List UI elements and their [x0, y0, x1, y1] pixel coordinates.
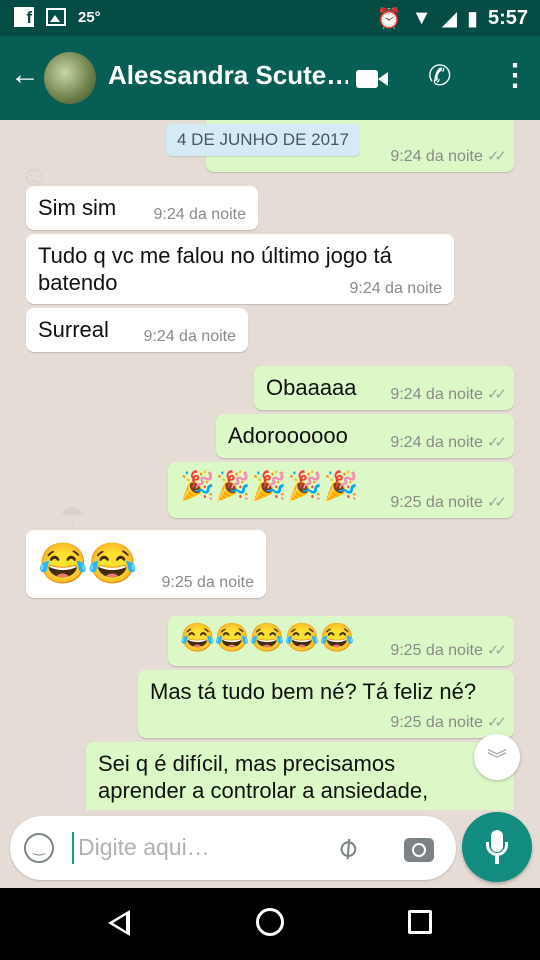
wifi-icon: ▼: [411, 7, 432, 29]
message-time: 9:24 da noite ✓✓: [390, 386, 507, 403]
message-time: 9:25 da noite: [161, 574, 254, 591]
read-ticks-icon: ✓✓: [486, 386, 507, 403]
nav-home-icon[interactable]: [256, 908, 284, 936]
message-bubble-out[interactable]: 😂😂😂😂😂 9:25 da noite ✓✓: [168, 616, 514, 666]
message-bubble-in[interactable]: Surreal 9:24 da noite: [26, 308, 248, 352]
read-ticks-icon: ✓✓: [486, 148, 507, 165]
message-bubble-out[interactable]: Sei q é difícil, mas precisamos aprender…: [86, 742, 514, 810]
signal-icon: ◢: [441, 8, 457, 30]
message-text: 🎉🎉🎉🎉🎉: [180, 470, 360, 501]
more-options-icon[interactable]: ⋮: [500, 60, 530, 92]
emoji-icon[interactable]: ‿: [24, 833, 54, 863]
message-composer: ‿ Digite aqui… ⌀: [0, 810, 540, 888]
clock: 5:57: [487, 7, 528, 29]
temperature: 25°: [78, 8, 101, 26]
read-ticks-icon: ✓✓: [486, 494, 507, 511]
mic-base: [495, 856, 499, 864]
status-bar-left: f 25°: [14, 7, 101, 27]
contact-name[interactable]: Alessandra Scute…: [108, 60, 348, 91]
message-time: 9:25 da noite ✓✓: [390, 642, 507, 659]
read-ticks-icon: ✓✓: [486, 714, 507, 731]
nav-back-icon[interactable]: [108, 910, 130, 936]
message-input-placeholder[interactable]: Digite aqui…: [78, 834, 210, 861]
attach-icon[interactable]: ⌀: [329, 828, 365, 866]
alarm-icon: ⏰: [376, 8, 402, 30]
message-bubble-out[interactable]: 🎉🎉🎉🎉🎉 9:25 da noite ✓✓: [168, 462, 514, 518]
read-ticks-icon: ✓✓: [486, 642, 507, 659]
message-text: Sim sim: [38, 195, 117, 220]
message-bubble-out[interactable]: Obaaaaa 9:24 da noite ✓✓: [254, 366, 514, 410]
mic-stand: [486, 842, 508, 856]
message-text: Surreal: [38, 317, 109, 342]
message-text: 😂😂😂😂😂: [180, 622, 355, 653]
date-chip: 4 DE JUNHO DE 2017: [166, 124, 360, 156]
message-time: 9:25 da noite ✓✓: [390, 714, 507, 731]
chat-area[interactable]: ☺ ✉ ☂ ♫ 9:24 da noite✓✓ 4 DE JUNHO DE 20…: [0, 120, 540, 810]
message-input-box[interactable]: ‿ Digite aqui… ⌀: [10, 816, 456, 880]
back-arrow-icon[interactable]: ←: [10, 60, 40, 90]
message-text: Sei q é difícil, mas precisamos aprender…: [98, 751, 429, 803]
message-time: 9:24 da noite: [349, 280, 442, 297]
chat-header: ← Alessandra Scute… ✆ ⋮: [0, 36, 540, 120]
message-text: Mas tá tudo bem né? Tá feliz né?: [150, 679, 477, 704]
system-nav-bar: [0, 888, 540, 960]
image-icon: [46, 8, 66, 26]
message-bubble-in[interactable]: Sim sim 9:24 da noite: [26, 186, 258, 230]
message-text: 😂😂: [38, 542, 138, 586]
read-ticks-icon: ✓✓: [486, 434, 507, 451]
message-time: 9:24 da noite: [143, 328, 236, 345]
wallpaper-doodle: ☂: [60, 501, 86, 532]
message-bubble-out[interactable]: Mas tá tudo bem né? Tá feliz né? 9:25 da…: [138, 670, 514, 738]
message-text: Obaaaaa: [266, 375, 357, 400]
status-bar: f 25° ⏰ ▼ ◢ ▮ 5:57: [0, 0, 540, 36]
message-bubble-in[interactable]: Tudo q vc me falou no último jogo tá bat…: [26, 234, 454, 304]
message-bubble-out[interactable]: Adoroooooo 9:24 da noite ✓✓: [216, 414, 514, 458]
scroll-to-bottom-button[interactable]: ︾: [474, 734, 520, 780]
facebook-icon: f: [14, 7, 34, 27]
status-bar-right: ⏰ ▼ ◢ ▮ 5:57: [377, 6, 528, 31]
nav-recents-icon[interactable]: [408, 910, 432, 934]
camera-icon[interactable]: [404, 838, 434, 862]
mic-button[interactable]: [462, 812, 532, 882]
avatar[interactable]: [44, 52, 96, 104]
text-cursor: [72, 832, 74, 864]
message-time: 9:25 da noite ✓✓: [390, 494, 507, 511]
message-bubble-in[interactable]: 😂😂 9:25 da noite: [26, 530, 266, 598]
video-call-icon[interactable]: [356, 70, 388, 88]
message-time: 9:24 da noite: [153, 206, 246, 223]
message-time: 9:24 da noite ✓✓: [390, 434, 507, 451]
double-chevron-down-icon: ︾: [487, 748, 507, 771]
phone-icon[interactable]: ✆: [428, 60, 451, 92]
battery-icon: ▮: [466, 8, 478, 30]
message-text: Adoroooooo: [228, 423, 348, 448]
message-time: 9:24 da noite ✓✓: [390, 148, 507, 165]
